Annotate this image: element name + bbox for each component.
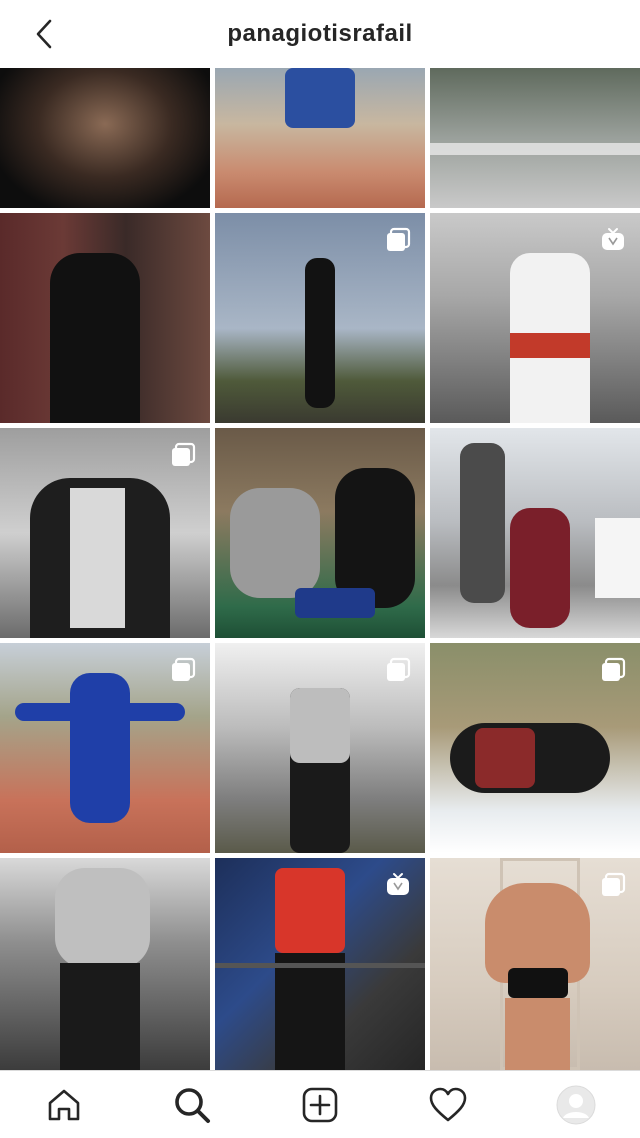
post-tile[interactable] <box>430 428 640 638</box>
home-icon <box>48 1089 80 1120</box>
heart-icon <box>429 1087 467 1121</box>
page-title: panagiotisrafail <box>227 20 413 47</box>
post-tile[interactable] <box>0 643 210 853</box>
multiple-posts-icon <box>602 872 626 896</box>
top-bar: panagiotisrafail <box>0 0 640 68</box>
posts-grid <box>0 68 640 1070</box>
post-tile[interactable] <box>0 68 210 208</box>
post-tile[interactable] <box>215 643 425 853</box>
post-tile[interactable] <box>0 213 210 423</box>
multiple-posts-icon <box>172 442 196 466</box>
back-button[interactable] <box>26 16 62 52</box>
add-post-icon <box>302 1087 338 1122</box>
post-tile[interactable] <box>430 68 640 208</box>
post-tile[interactable] <box>0 858 210 1070</box>
multiple-posts-icon <box>602 657 626 681</box>
nav-activity[interactable] <box>416 1073 480 1137</box>
profile-posts-screen: panagiotisrafail <box>0 0 640 1138</box>
nav-new-post[interactable] <box>288 1073 352 1137</box>
multiple-posts-icon <box>387 227 411 251</box>
bottom-navigation <box>0 1070 640 1138</box>
post-tile[interactable] <box>430 213 640 423</box>
avatar-icon <box>556 1085 596 1124</box>
post-tile[interactable] <box>215 68 425 208</box>
multiple-posts-icon <box>387 657 411 681</box>
post-tile[interactable] <box>215 428 425 638</box>
nav-profile[interactable] <box>544 1073 608 1137</box>
chevron-left-icon <box>36 19 52 49</box>
post-tile[interactable] <box>215 858 425 1070</box>
igtv-icon <box>602 228 624 250</box>
post-tile[interactable] <box>430 858 640 1070</box>
post-tile[interactable] <box>430 643 640 853</box>
post-tile[interactable] <box>0 428 210 638</box>
post-tile[interactable] <box>215 213 425 423</box>
igtv-icon <box>387 873 409 895</box>
nav-home[interactable] <box>32 1073 96 1137</box>
multiple-posts-icon <box>172 657 196 681</box>
search-icon <box>175 1087 210 1123</box>
nav-search[interactable] <box>160 1073 224 1137</box>
